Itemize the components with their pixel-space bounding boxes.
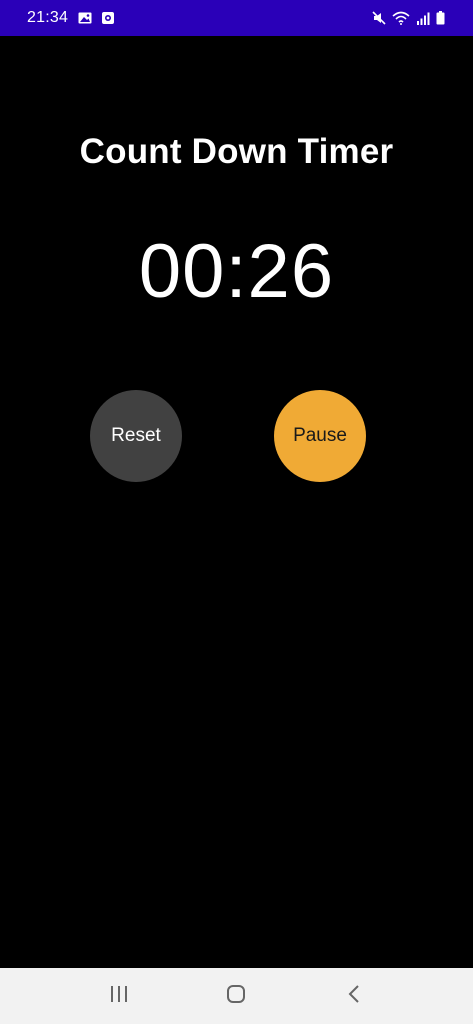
timer-display: 00:26 [138, 229, 335, 314]
image-icon [78, 12, 92, 24]
status-bar-left: 21:34 [27, 9, 115, 27]
recent-apps-icon [109, 985, 129, 1008]
reset-button[interactable]: Reset [90, 390, 182, 482]
status-time: 21:34 [27, 9, 69, 26]
status-bar-right [372, 11, 445, 25]
screen-record-icon [102, 12, 115, 24]
recent-apps-button[interactable] [89, 968, 149, 1024]
back-button[interactable] [324, 968, 384, 1024]
navigation-bar [0, 968, 473, 1024]
wifi-icon [392, 11, 410, 25]
home-button[interactable] [206, 968, 266, 1024]
page-title: Count Down Timer [79, 132, 394, 171]
battery-icon [436, 11, 445, 25]
pause-button[interactable]: Pause [274, 390, 366, 482]
status-bar: 21:34 [0, 0, 473, 36]
screen: 21:34 Count Down Timer 00:26 Reset Pause [0, 0, 473, 1024]
back-icon [347, 984, 361, 1009]
home-icon [226, 984, 246, 1009]
signal-icon [416, 12, 430, 25]
mute-icon [372, 11, 386, 25]
